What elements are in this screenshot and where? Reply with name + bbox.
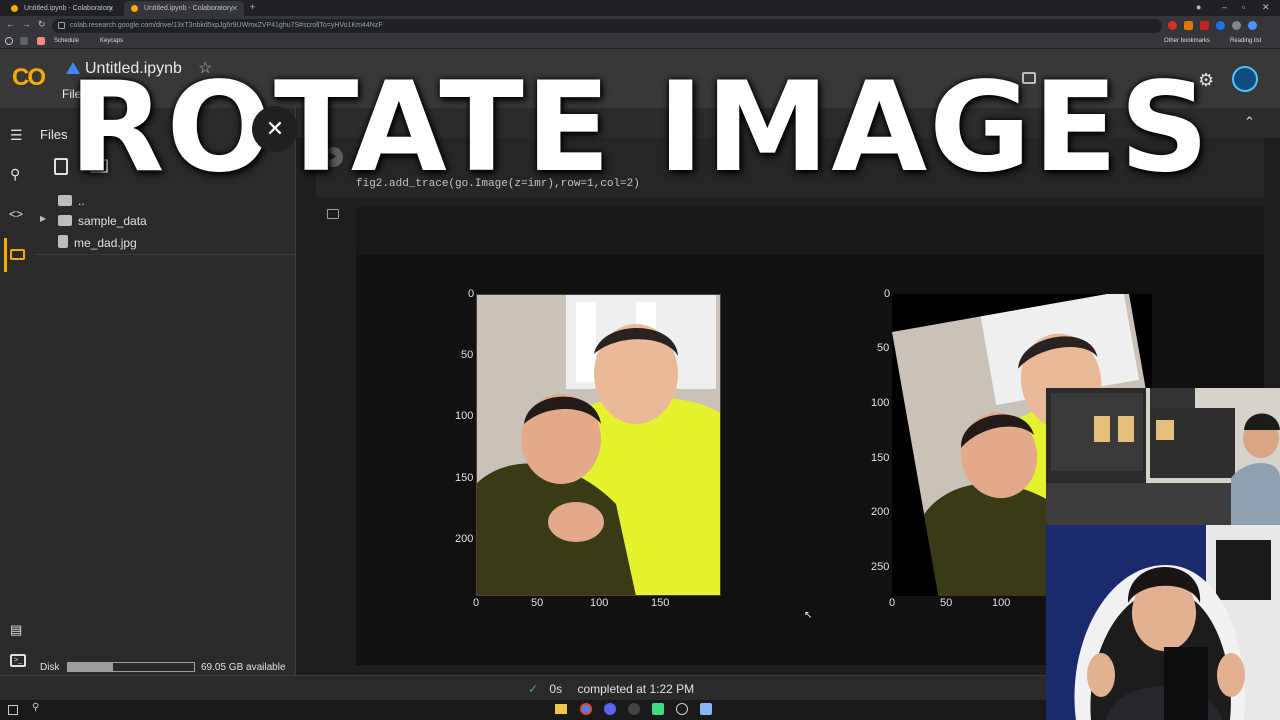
active-indicator xyxy=(4,238,7,272)
browser-tab[interactable]: Untitled.ipynb - Colaboratory ✕ xyxy=(4,1,120,16)
status-time: 0s xyxy=(549,682,563,696)
puzzle-icon[interactable] xyxy=(1232,21,1241,30)
bookmarks-bar: Schedule Keycaps Other bookmarks Reading… xyxy=(0,35,1280,49)
output-header xyxy=(356,207,1264,255)
disk-usage-fill xyxy=(68,663,113,671)
forward-icon[interactable]: → xyxy=(22,19,31,29)
x-tick-1: 50 xyxy=(531,597,544,609)
y-tick-1: 0 xyxy=(468,288,475,300)
y-tick-2: 100 xyxy=(871,397,890,409)
folder-label: sample_data xyxy=(78,214,147,228)
close-tab-icon[interactable]: ✕ xyxy=(107,4,114,13)
status-message: completed at 1:22 PM xyxy=(577,682,695,696)
bookmark-icon[interactable] xyxy=(37,37,45,45)
bookmark-schedule[interactable]: Schedule xyxy=(54,38,79,44)
windows-icon[interactable] xyxy=(8,705,18,715)
disk-available: 69.05 GB available xyxy=(201,662,286,673)
app-icon[interactable] xyxy=(628,703,640,715)
bookmark-icon[interactable] xyxy=(20,37,28,45)
expand-caret-icon[interactable]: ▶ xyxy=(40,214,46,223)
webcam-desk-view xyxy=(1046,388,1280,525)
x-tick-2: 100 xyxy=(992,597,1011,609)
maximize-icon[interactable]: ▫ xyxy=(1242,2,1245,12)
bookmark-other[interactable]: Other bookmarks xyxy=(1164,38,1210,44)
x-tick-1: 0 xyxy=(473,597,480,609)
app-icon[interactable] xyxy=(700,703,712,715)
discord-icon[interactable] xyxy=(604,703,616,715)
chrome-icon[interactable] xyxy=(580,703,592,715)
profile-avatar[interactable] xyxy=(1248,21,1257,30)
file-label: me_dad.jpg xyxy=(74,236,137,250)
reload-icon[interactable]: ↻ xyxy=(38,19,46,30)
terminal-icon[interactable]: >_ xyxy=(10,654,26,667)
output-toggle-icon[interactable] xyxy=(327,209,339,219)
divider xyxy=(34,254,296,255)
y-tick-2: 0 xyxy=(884,288,891,300)
check-icon: ✓ xyxy=(528,682,539,696)
extension-icon[interactable] xyxy=(1216,21,1225,30)
x-tick-1: 100 xyxy=(590,597,609,609)
app-icon[interactable] xyxy=(676,703,688,715)
mouse-cursor-icon: ↖ xyxy=(804,610,813,621)
close-panel-button[interactable]: ✕ xyxy=(252,106,298,152)
search-icon[interactable]: ⚲ xyxy=(32,702,39,713)
y-tick-2: 250 xyxy=(871,561,890,573)
explorer-icon[interactable] xyxy=(555,704,567,714)
apps-icon[interactable] xyxy=(5,37,13,45)
y-tick-1: 100 xyxy=(455,410,474,422)
x-tick-1: 150 xyxy=(651,597,670,609)
extensions-area xyxy=(1166,19,1272,33)
y-tick-2: 200 xyxy=(871,506,890,518)
back-icon[interactable]: ← xyxy=(6,19,15,29)
webcam-presenter-view xyxy=(1046,525,1280,720)
lock-icon xyxy=(58,22,65,29)
extension-icon[interactable] xyxy=(1184,21,1193,30)
x-tick-2: 50 xyxy=(940,597,953,609)
plot-frame-1 xyxy=(476,294,721,596)
extension-icon[interactable] xyxy=(1168,21,1177,30)
y-tick-2: 50 xyxy=(877,342,890,354)
file-me-dad[interactable]: me_dad.jpg xyxy=(58,235,137,253)
colab-favicon-icon xyxy=(131,5,138,12)
record-icon: ● xyxy=(1196,2,1202,12)
app-icon[interactable] xyxy=(652,703,664,715)
colab-favicon-icon xyxy=(11,5,18,12)
y-tick-2: 150 xyxy=(871,452,890,464)
code-snippets-icon[interactable]: <> xyxy=(9,207,23,221)
extension-icon[interactable] xyxy=(1200,21,1209,30)
browser-tab-active[interactable]: Untitled.ipynb - Colaboratory ✕ xyxy=(124,1,244,16)
bookmark-reading-list[interactable]: Reading list xyxy=(1230,38,1261,44)
y-tick-1: 150 xyxy=(455,472,474,484)
bookmark-keycaps[interactable]: Keycaps xyxy=(100,38,123,44)
window-close-icon[interactable]: ✕ xyxy=(1262,2,1270,13)
disk-label: Disk xyxy=(40,662,60,673)
y-tick-1: 50 xyxy=(461,349,474,361)
command-palette-icon[interactable]: ▤ xyxy=(10,622,22,638)
status-text: ✓ 0s completed at 1:22 PM xyxy=(528,682,694,696)
url-bar[interactable]: colab.research.google.com/drive/13xT3nbk… xyxy=(52,19,1162,33)
folder-icon xyxy=(58,215,72,226)
minimize-icon[interactable]: – xyxy=(1222,2,1227,12)
folder-sample-data[interactable]: sample_data xyxy=(58,214,147,232)
browser-tab-label: Untitled.ipynb - Colaboratory xyxy=(24,5,113,12)
x-tick-2: 0 xyxy=(889,597,896,609)
y-tick-1: 200 xyxy=(455,533,474,545)
url-text: colab.research.google.com/drive/13xT3nbk… xyxy=(70,22,383,29)
folder-icon[interactable] xyxy=(10,249,25,260)
close-tab-icon[interactable]: ✕ xyxy=(231,4,238,13)
file-icon xyxy=(58,235,68,248)
browser-tab-label: Untitled.ipynb - Colaboratory xyxy=(144,5,233,12)
thumbnail-title: ROTATE IMAGES xyxy=(69,56,1211,200)
new-tab-icon[interactable]: + xyxy=(250,2,255,12)
